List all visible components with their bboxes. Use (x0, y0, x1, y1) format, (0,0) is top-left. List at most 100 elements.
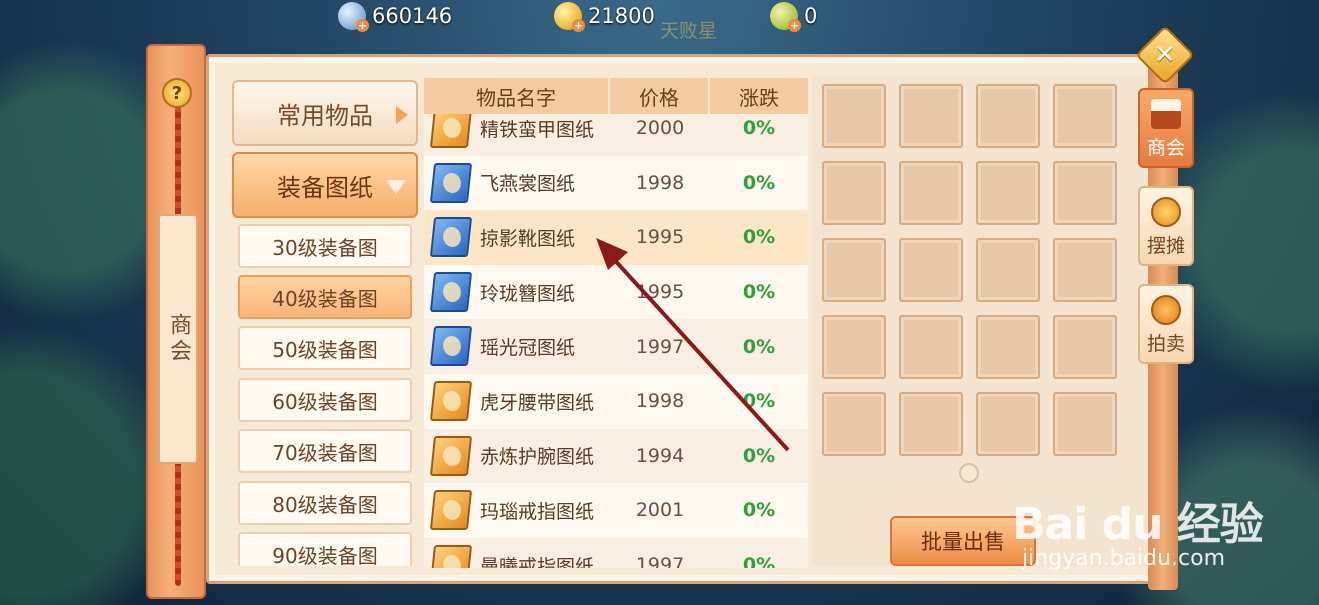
silver-amount: 660146 (372, 4, 453, 28)
header-change: 涨跌 (739, 85, 779, 110)
silver-currency[interactable]: 660146 (338, 2, 453, 32)
shop-icon (1151, 99, 1181, 129)
silver-coin-icon[interactable] (338, 2, 369, 32)
subcategory-level-90[interactable]: 90级装备图 (238, 532, 412, 566)
inventory-slot[interactable] (822, 161, 886, 225)
subcategory-level-30[interactable]: 30级装备图 (238, 224, 412, 268)
tab-label: 商会 (1146, 137, 1185, 159)
table-row[interactable]: 虎牙腰带图纸 1998 0% (424, 373, 808, 429)
category-equipment-blueprints[interactable]: 装备图纸 (232, 152, 418, 218)
inventory-slot[interactable] (822, 238, 886, 302)
table-row[interactable]: 赤炼护腕图纸 1994 0% (424, 428, 808, 484)
left-scroll-panel: ? 商会 (146, 44, 206, 599)
jade-currency[interactable]: 0 (770, 2, 818, 32)
inventory-slot[interactable] (976, 392, 1040, 456)
inventory-slot[interactable] (822, 315, 886, 379)
inventory-slot[interactable] (1053, 84, 1117, 148)
gold-coin-icon[interactable] (554, 2, 585, 32)
jade-amount: 0 (804, 4, 818, 28)
blueprint-book-icon (429, 490, 473, 531)
category-common-items[interactable]: 常用物品 (232, 80, 418, 146)
chevron-right-icon (396, 106, 408, 124)
category-list[interactable]: 常用物品 装备图纸 30级装备图 40级装备图 50级装备图 60级装备图 70… (228, 76, 422, 566)
blueprint-book-icon (429, 435, 473, 476)
table-row[interactable]: 瑶光冠图纸 1997 0% (424, 319, 808, 374)
header-price: 价格 (610, 78, 710, 114)
tab-label: 摆摊 (1146, 235, 1185, 257)
blueprint-book-icon (429, 271, 473, 312)
gold-amount: 21800 (588, 4, 655, 28)
inventory-slot[interactable] (899, 238, 963, 302)
chevron-down-icon (386, 180, 406, 194)
inventory-slot[interactable] (976, 161, 1040, 225)
subcategory-level-60[interactable]: 60级装备图 (238, 378, 412, 422)
table-row[interactable]: 掠影靴图纸 1995 0% (424, 210, 808, 265)
inventory-slot[interactable] (899, 84, 963, 148)
item-change: 0% (742, 171, 776, 194)
inventory-slot[interactable] (1053, 238, 1117, 302)
item-price: 1998 (635, 171, 685, 194)
watermark-logo: Bai du 经验 (1012, 499, 1264, 550)
item-price: 1997 (635, 554, 685, 568)
item-price: 1995 (635, 226, 685, 249)
subcategory-level-80[interactable]: 80级装备图 (238, 481, 412, 525)
inventory-slot[interactable] (899, 315, 963, 379)
page-indicator-dot (959, 463, 979, 483)
inventory-slot[interactable] (976, 84, 1040, 148)
item-name: 精铁蛮甲图纸 (480, 118, 595, 141)
inventory-slot[interactable] (822, 84, 886, 148)
gold-currency[interactable]: 21800 (554, 2, 655, 32)
tab-trade-guild[interactable]: 商会 (1138, 88, 1194, 168)
tab-auction[interactable]: 拍卖 (1138, 284, 1194, 364)
table-row[interactable]: 飞燕裳图纸 1998 0% (424, 155, 808, 211)
item-price: 2000 (635, 117, 685, 140)
inventory-slot[interactable] (1053, 315, 1117, 379)
header-item-name: 物品名字 (424, 78, 610, 114)
inventory-slot[interactable] (899, 161, 963, 225)
help-button[interactable]: ? (162, 78, 192, 108)
item-name: 虎牙腰带图纸 (480, 391, 595, 414)
subcategory-level-70[interactable]: 70级装备图 (238, 429, 412, 473)
item-price: 1998 (635, 390, 685, 413)
inventory-slot[interactable] (822, 392, 886, 456)
auction-coins-icon (1151, 295, 1181, 325)
item-price: 1994 (635, 444, 685, 467)
table-row[interactable]: 玲珑簪图纸 1995 0% (424, 264, 808, 320)
category-label: 装备图纸 (277, 173, 373, 202)
item-change: 0% (742, 499, 776, 522)
blueprint-book-icon (429, 380, 473, 421)
item-change: 0% (742, 390, 776, 413)
inventory-slot[interactable] (899, 392, 963, 456)
inventory-slot[interactable] (976, 238, 1040, 302)
item-name: 飞燕裳图纸 (480, 173, 576, 196)
item-name: 赤炼护腕图纸 (480, 446, 595, 469)
blueprint-book-icon (429, 217, 473, 258)
subcategory-level-50[interactable]: 50级装备图 (238, 326, 412, 370)
tab-label: 拍卖 (1146, 333, 1185, 355)
tab-stall[interactable]: 摆摊 (1138, 186, 1194, 266)
item-name: 玲珑簪图纸 (480, 282, 576, 305)
table-row[interactable]: 玛瑙戒指图纸 2001 0% (424, 483, 808, 538)
background-title-text: 天败星 (660, 20, 718, 42)
blueprint-book-icon (429, 162, 473, 203)
table-header: 物品名字 价格 涨跌 (424, 78, 808, 114)
table-rows[interactable]: 精铁蛮甲图纸 2000 0% 飞燕裳图纸 1998 0% 掠影靴图纸 1995 0% 玲珑簪图纸 1… (424, 101, 808, 568)
item-change: 0% (742, 281, 776, 304)
item-price: 1997 (635, 335, 685, 358)
item-table[interactable]: 物品名字 价格 涨跌 精铁蛮甲图纸 2000 0% 飞燕裳图纸 1998 0% 掠影靴图纸 1… (424, 78, 808, 568)
item-change: 0% (742, 335, 776, 358)
coins-icon (1151, 197, 1181, 227)
item-change: 0% (742, 226, 776, 249)
panel-title-tag: 商会 (158, 214, 198, 464)
inventory-slot[interactable] (1053, 161, 1117, 225)
close-icon: ✕ (1154, 39, 1176, 70)
subcategory-level-40[interactable]: 40级装备图 (238, 275, 412, 319)
item-change: 0% (742, 117, 776, 140)
jade-coin-icon[interactable] (770, 2, 801, 32)
item-name: 瑶光冠图纸 (480, 337, 576, 360)
table-row[interactable]: 曼曦戒指图纸 1997 0% (424, 537, 808, 568)
category-label: 常用物品 (277, 101, 373, 130)
blueprint-book-icon (429, 544, 473, 568)
inventory-slot[interactable] (1053, 392, 1117, 456)
inventory-slot[interactable] (976, 315, 1040, 379)
